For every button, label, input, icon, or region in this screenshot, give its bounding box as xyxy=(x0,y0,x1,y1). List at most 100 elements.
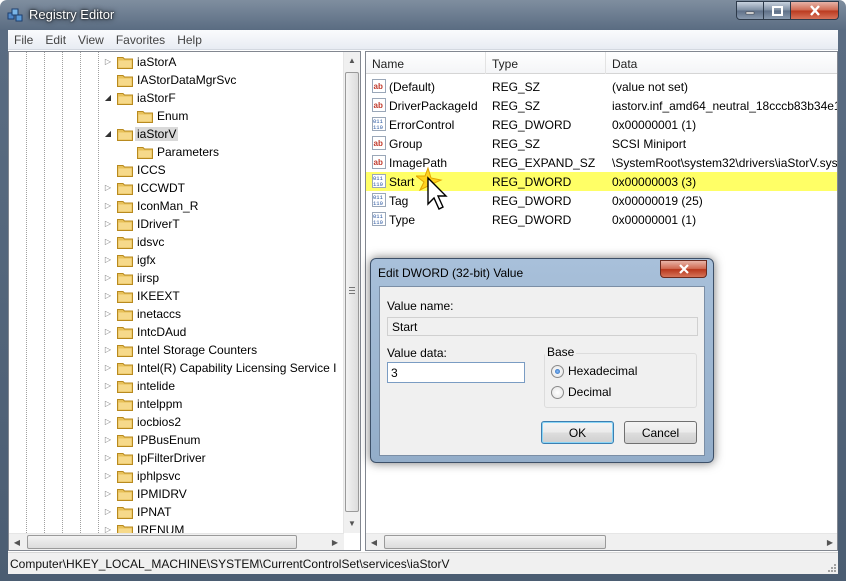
collapsed-arrow-icon[interactable]: ▷ xyxy=(103,53,113,71)
value-type-cell: REG_SZ xyxy=(492,137,541,151)
menu-file[interactable]: File xyxy=(8,30,39,50)
tree-item[interactable]: ▷ iphlpsvc xyxy=(9,467,349,485)
collapsed-arrow-icon[interactable]: ▷ xyxy=(103,503,113,521)
tree-item[interactable]: ▷ Intel Storage Counters xyxy=(9,341,349,359)
ok-button[interactable]: OK xyxy=(541,421,614,444)
collapsed-arrow-icon[interactable]: ▷ xyxy=(103,233,113,251)
minimize-button[interactable] xyxy=(736,1,764,20)
value-row[interactable]: 011 110 ErrorControl REG_DWORD 0x00000001 (1… xyxy=(366,115,837,134)
collapsed-arrow-icon[interactable]: ▷ xyxy=(103,431,113,449)
hexadecimal-label[interactable]: Hexadecimal xyxy=(568,364,637,378)
decimal-radio[interactable] xyxy=(551,386,564,399)
tree-item[interactable]: ▷ Intel(R) Capability Licensing Service I xyxy=(9,359,349,377)
tree-item[interactable]: ▷ IPNAT xyxy=(9,503,349,521)
tree-item[interactable]: ◢ iaStorF xyxy=(9,89,349,107)
collapsed-arrow-icon[interactable]: ▷ xyxy=(103,395,113,413)
menu-view[interactable]: View xyxy=(72,30,110,50)
collapsed-arrow-icon[interactable]: ▷ xyxy=(103,467,113,485)
menu-edit[interactable]: Edit xyxy=(39,30,72,50)
value-data-input[interactable] xyxy=(387,362,525,383)
tree-item[interactable]: Parameters xyxy=(9,143,349,161)
close-window-button[interactable] xyxy=(791,1,839,20)
scroll-down-arrow-icon[interactable]: ▼ xyxy=(344,515,360,532)
value-type-cell: REG_DWORD xyxy=(492,194,572,208)
value-row[interactable]: ab Group REG_SZ SCSI Miniport xyxy=(366,134,837,153)
list-horizontal-scrollbar[interactable]: ◀ ▶ xyxy=(366,533,837,550)
collapsed-arrow-icon[interactable]: ▷ xyxy=(103,413,113,431)
tree-item-label: ICCS xyxy=(137,163,166,177)
menu-help[interactable]: Help xyxy=(171,30,208,50)
collapsed-arrow-icon[interactable]: ▷ xyxy=(103,359,113,377)
collapsed-arrow-icon[interactable]: ▷ xyxy=(103,179,113,197)
collapsed-arrow-icon[interactable]: ▷ xyxy=(103,341,113,359)
key-tree-pane[interactable]: ▷ iaStorA IAStorDataMgrSvc ◢ iaStorF Enum ◢ iaS… xyxy=(8,51,361,551)
menu-favorites[interactable]: Favorites xyxy=(110,30,171,50)
folder-icon xyxy=(117,75,133,87)
scroll-left-arrow-icon[interactable]: ◀ xyxy=(9,534,25,550)
scroll-left-arrow-icon[interactable]: ◀ xyxy=(366,534,382,550)
folder-icon xyxy=(117,57,133,69)
tree-vertical-scrollbar[interactable]: ▲ ▼ xyxy=(343,52,360,533)
registry-editor-window: Registry Editor File Edit View Favorites… xyxy=(0,0,846,581)
tree-item-label: IPMIDRV xyxy=(137,487,187,501)
dialog-close-button[interactable] xyxy=(660,260,707,278)
list-horizontal-scroll-thumb[interactable] xyxy=(384,535,606,549)
collapsed-arrow-icon[interactable]: ▷ xyxy=(103,287,113,305)
tree-item[interactable]: ▷ ICCWDT xyxy=(9,179,349,197)
cancel-button[interactable]: Cancel xyxy=(624,421,697,444)
tree-item[interactable]: ▷ IpFilterDriver xyxy=(9,449,349,467)
collapsed-arrow-icon[interactable]: ▷ xyxy=(103,215,113,233)
tree-item[interactable]: ICCS xyxy=(9,161,349,179)
scroll-right-arrow-icon[interactable]: ▶ xyxy=(327,534,343,550)
resize-grip-icon[interactable] xyxy=(827,563,837,573)
tree-item[interactable]: ▷ IDriverT xyxy=(9,215,349,233)
column-header-data[interactable]: Data xyxy=(606,52,837,74)
tree-item[interactable]: ▷ IPMIDRV xyxy=(9,485,349,503)
collapsed-arrow-icon[interactable]: ▷ xyxy=(103,377,113,395)
column-header-name[interactable]: Name xyxy=(366,52,486,74)
value-type-cell: REG_SZ xyxy=(492,80,541,94)
hexadecimal-radio[interactable] xyxy=(551,365,564,378)
tree-item[interactable]: ▷ iaStorA xyxy=(9,53,349,71)
tree-item[interactable]: ◢ iaStorV xyxy=(9,125,349,143)
collapsed-arrow-icon[interactable]: ▷ xyxy=(103,305,113,323)
tree-item[interactable]: ▷ IKEEXT xyxy=(9,287,349,305)
collapsed-arrow-icon[interactable]: ▷ xyxy=(103,485,113,503)
tree-item[interactable]: ▷ intelppm xyxy=(9,395,349,413)
tree-item[interactable]: ▷ inetaccs xyxy=(9,305,349,323)
tree-horizontal-scroll-thumb[interactable] xyxy=(27,535,297,549)
tree-item[interactable]: IAStorDataMgrSvc xyxy=(9,71,349,89)
maximize-button[interactable] xyxy=(764,1,791,20)
tree-item[interactable]: ▷ iocbios2 xyxy=(9,413,349,431)
tree-horizontal-scrollbar[interactable]: ◀ ▶ xyxy=(9,533,344,550)
scroll-up-arrow-icon[interactable]: ▲ xyxy=(344,52,360,69)
string-value-icon: ab xyxy=(372,155,386,169)
maximize-icon xyxy=(771,5,783,16)
collapsed-arrow-icon[interactable]: ▷ xyxy=(103,449,113,467)
list-header: Name Type Data xyxy=(366,52,837,74)
value-row[interactable]: ab (Default) REG_SZ (value not set) xyxy=(366,77,837,96)
title-bar[interactable]: Registry Editor xyxy=(0,0,846,30)
tree-item[interactable]: Enum xyxy=(9,107,349,125)
decimal-label[interactable]: Decimal xyxy=(568,385,611,399)
collapsed-arrow-icon[interactable]: ▷ xyxy=(103,197,113,215)
tree-item[interactable]: ▷ IconMan_R xyxy=(9,197,349,215)
expanded-arrow-icon[interactable]: ◢ xyxy=(103,125,113,143)
folder-icon xyxy=(117,381,133,393)
collapsed-arrow-icon[interactable]: ▷ xyxy=(103,323,113,341)
tree-vertical-scroll-thumb[interactable] xyxy=(345,72,359,512)
tree-item[interactable]: ▷ IntcDAud xyxy=(9,323,349,341)
expanded-arrow-icon[interactable]: ◢ xyxy=(103,89,113,107)
value-row[interactable]: ab DriverPackageId REG_SZ iastorv.inf_amd64… xyxy=(366,96,837,115)
tree-item[interactable]: ▷ iirsp xyxy=(9,269,349,287)
collapsed-arrow-icon[interactable]: ▷ xyxy=(103,269,113,287)
tree-item[interactable]: ▷ intelide xyxy=(9,377,349,395)
scroll-right-arrow-icon[interactable]: ▶ xyxy=(822,534,837,550)
value-row[interactable]: 011 110 Type REG_DWORD 0x00000001 (1) xyxy=(366,210,837,229)
tree-item[interactable]: ▷ igfx xyxy=(9,251,349,269)
column-header-type[interactable]: Type xyxy=(486,52,606,74)
tree-item[interactable]: ▷ idsvc xyxy=(9,233,349,251)
folder-icon xyxy=(117,273,133,285)
tree-item[interactable]: ▷ IPBusEnum xyxy=(9,431,349,449)
collapsed-arrow-icon[interactable]: ▷ xyxy=(103,251,113,269)
